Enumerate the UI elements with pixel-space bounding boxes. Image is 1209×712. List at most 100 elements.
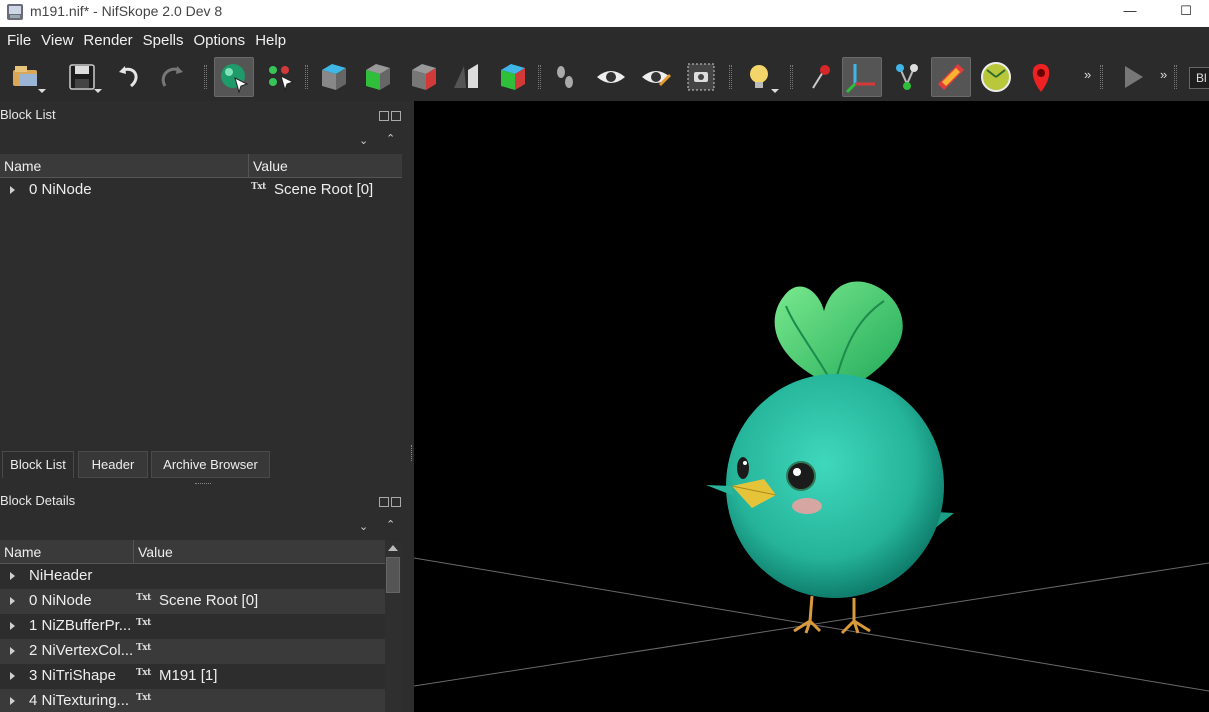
- scroll-up-icon[interactable]: [388, 545, 398, 551]
- float-icon[interactable]: [379, 111, 389, 121]
- app-icon: [7, 4, 23, 20]
- block-details-header: Name Value: [0, 540, 385, 564]
- tree-row[interactable]: NiHeader: [0, 564, 385, 589]
- expand-arrow-icon[interactable]: [10, 647, 15, 655]
- block-list-tabs: Block List Header Archive Browser: [0, 451, 410, 478]
- lighting-icon[interactable]: [739, 57, 779, 97]
- havok-icon[interactable]: [931, 57, 971, 97]
- toolbar-separator: [729, 65, 732, 89]
- walk-icon[interactable]: [546, 57, 586, 97]
- expand-arrow-icon[interactable]: [10, 572, 15, 580]
- txt-icon: Txt: [136, 668, 151, 678]
- render-viewport[interactable]: [414, 101, 1209, 712]
- select-object-icon[interactable]: [214, 57, 254, 97]
- menu-view[interactable]: View: [36, 32, 78, 49]
- axes-icon[interactable]: [842, 57, 882, 97]
- close-icon[interactable]: [391, 111, 401, 121]
- toolbar-separator: [538, 65, 541, 89]
- save-icon[interactable]: [62, 57, 102, 97]
- toolbar: » » Bl: [0, 53, 1209, 101]
- open-icon[interactable]: [6, 57, 46, 97]
- toolbar-separator: [790, 65, 793, 89]
- txt-icon: Txt: [136, 618, 151, 628]
- txt-icon: Txt: [136, 643, 151, 653]
- tab-block-list[interactable]: Block List: [2, 451, 74, 478]
- tab-header[interactable]: Header: [78, 451, 148, 478]
- expand-all-icon[interactable]: ⌃: [386, 518, 395, 531]
- column-value[interactable]: Value: [134, 540, 385, 564]
- tree-row[interactable]: 4 NiTexturing... Txt: [0, 689, 385, 712]
- collapse-all-icon[interactable]: ⌄: [359, 520, 368, 533]
- scroll-thumb[interactable]: [386, 557, 400, 593]
- menu-bar: File View Render Spells Options Help: [0, 27, 1209, 53]
- eye-paint-icon[interactable]: [636, 57, 676, 97]
- toolbar-separator: [1100, 65, 1103, 89]
- row-name: 0 NiNode: [29, 181, 92, 198]
- menu-help[interactable]: Help: [250, 32, 291, 49]
- screenshot-icon[interactable]: [681, 57, 721, 97]
- maximize-button[interactable]: ☐: [1163, 0, 1209, 27]
- expand-arrow-icon[interactable]: [10, 622, 15, 630]
- expand-arrow-icon[interactable]: [10, 597, 15, 605]
- txt-icon: Txt: [251, 182, 266, 192]
- tree-row[interactable]: 1 NiZBufferPr... Txt: [0, 614, 385, 639]
- row-name: 2 NiVertexCol...: [29, 642, 134, 659]
- menu-render[interactable]: Render: [78, 32, 137, 49]
- vertical-scrollbar[interactable]: [385, 541, 401, 712]
- scene-render: [414, 281, 1209, 692]
- view-side-icon[interactable]: [403, 57, 443, 97]
- play-icon[interactable]: [1112, 57, 1152, 97]
- txt-icon: Txt: [136, 693, 151, 703]
- expand-arrow-icon[interactable]: [10, 672, 15, 680]
- view-front-icon[interactable]: [357, 57, 397, 97]
- left-dock: Block List ⌄ ⌃ Name Value 0 NiNode Txt S…: [0, 101, 410, 712]
- block-list-header: Name Value: [0, 154, 402, 178]
- menu-options[interactable]: Options: [188, 32, 250, 49]
- select-vertex-icon[interactable]: [260, 57, 300, 97]
- expand-arrow-icon[interactable]: [10, 186, 15, 194]
- view-top-icon[interactable]: [313, 57, 353, 97]
- row-name: 0 NiNode: [29, 592, 92, 609]
- column-value[interactable]: Value: [249, 154, 402, 178]
- block-list-title: Block List: [0, 107, 56, 122]
- eye-icon[interactable]: [591, 57, 631, 97]
- window-title: m191.nif* - NifSkope 2.0 Dev 8: [30, 3, 223, 19]
- tree-row[interactable]: 3 NiTriShape Txt M191 [1]: [0, 664, 385, 689]
- column-name[interactable]: Name: [0, 540, 134, 564]
- toolbar-separator: [204, 65, 207, 89]
- close-icon[interactable]: [391, 497, 401, 507]
- row-value: Scene Root [0]: [159, 592, 259, 609]
- row-name: 4 NiTexturing...: [29, 692, 130, 709]
- toolbar-separator: [305, 65, 308, 89]
- minimize-button[interactable]: —: [1107, 0, 1153, 27]
- block-details-title: Block Details: [0, 493, 76, 508]
- tree-row[interactable]: 2 NiVertexCol... Txt: [0, 639, 385, 664]
- dock-buttons: [379, 494, 403, 507]
- collapse-all-icon[interactable]: ⌄: [359, 134, 368, 147]
- bird-model: [706, 281, 954, 635]
- tab-archive-browser[interactable]: Archive Browser: [151, 451, 270, 478]
- tree-row[interactable]: 0 NiNode Txt Scene Root [0]: [0, 589, 385, 614]
- redo-icon[interactable]: [152, 57, 192, 97]
- view-user-icon[interactable]: [492, 57, 532, 97]
- nodes-icon[interactable]: [887, 57, 927, 97]
- pin-icon[interactable]: [800, 57, 840, 97]
- tree-row[interactable]: 0 NiNode Txt Scene Root [0]: [0, 178, 402, 203]
- animation-combo[interactable]: Bl: [1189, 67, 1209, 89]
- menu-file[interactable]: File: [2, 32, 36, 49]
- expand-arrow-icon[interactable]: [10, 697, 15, 705]
- undo-icon[interactable]: [110, 57, 150, 97]
- view-flip-icon[interactable]: [447, 57, 487, 97]
- marker-icon[interactable]: [1021, 57, 1061, 97]
- column-name[interactable]: Name: [0, 154, 249, 178]
- dock-splitter-grip[interactable]: [195, 483, 211, 485]
- furniture-icon[interactable]: [976, 57, 1016, 97]
- toolbar-separator: [1174, 65, 1177, 89]
- float-icon[interactable]: [379, 497, 389, 507]
- expand-all-icon[interactable]: ⌃: [386, 132, 395, 145]
- toolbar-overflow-icon-2[interactable]: »: [1160, 67, 1167, 82]
- row-name: NiHeader: [29, 567, 93, 584]
- menu-spells[interactable]: Spells: [138, 32, 189, 49]
- toolbar-overflow-icon[interactable]: »: [1084, 67, 1091, 82]
- row-value: M191 [1]: [159, 667, 218, 684]
